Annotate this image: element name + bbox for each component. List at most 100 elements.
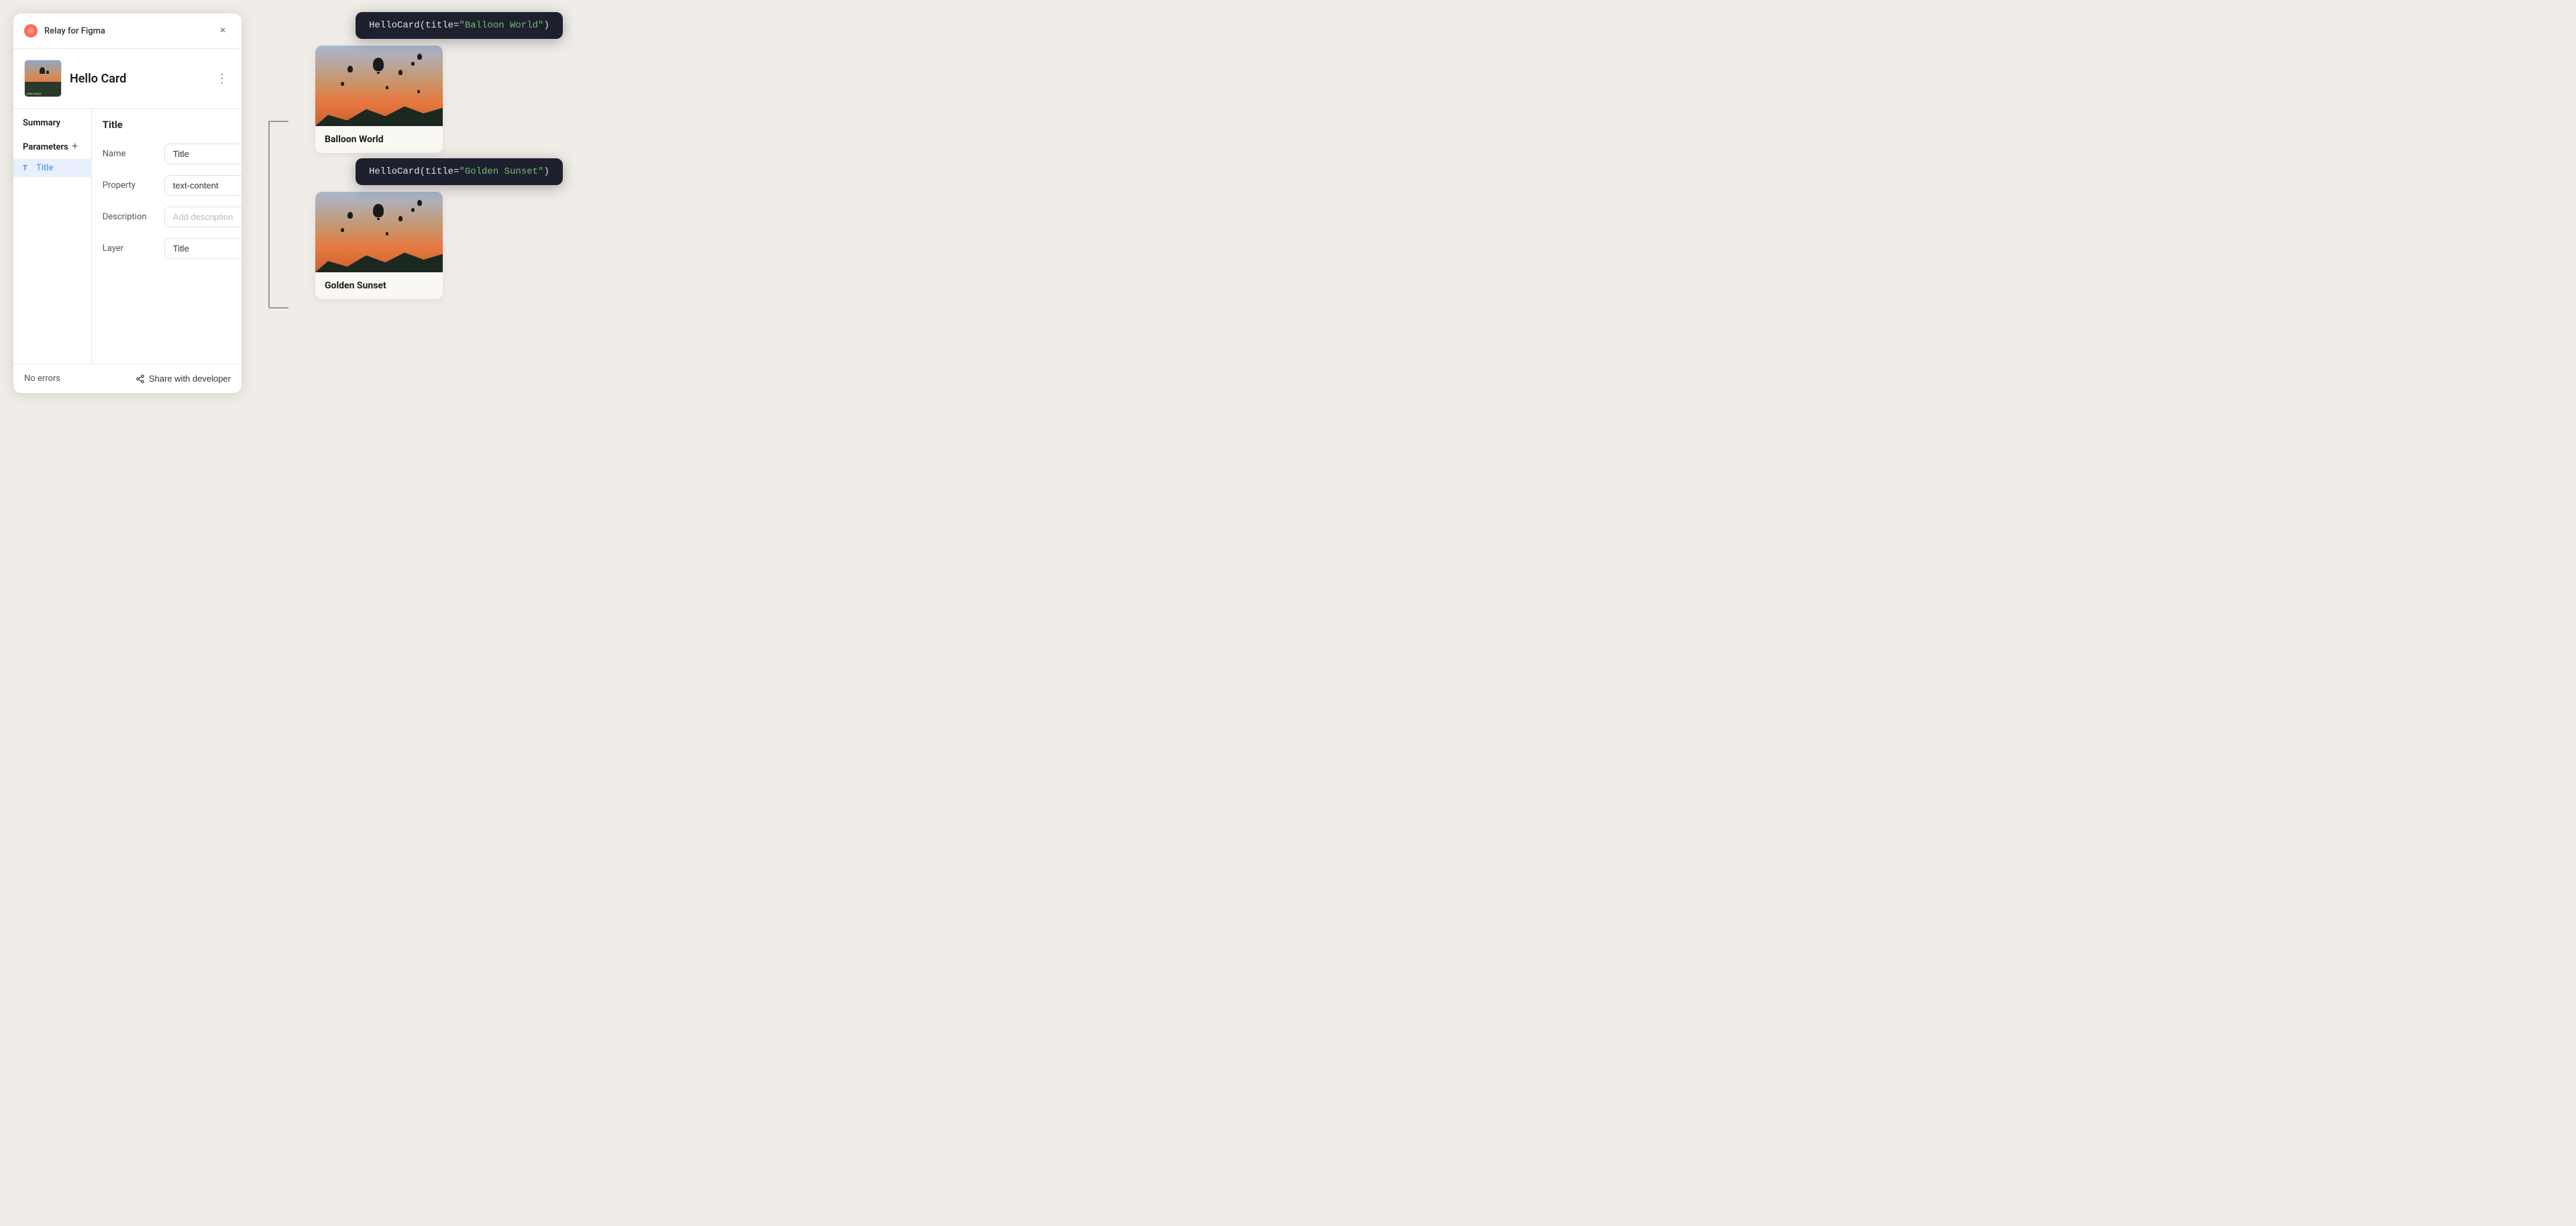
balloon-2s1 — [347, 212, 353, 219]
bracket-icon — [268, 121, 288, 309]
share-label: Share with developer — [149, 374, 231, 384]
balloon-scene-2 — [315, 192, 443, 272]
close-icon: × — [219, 25, 225, 37]
param-type-text-icon: T — [23, 164, 32, 172]
parameters-label: Parameters — [23, 142, 68, 152]
tooltip-suffix-2: ) — [543, 166, 549, 177]
relay-logo-inner — [28, 27, 34, 34]
balloon-body — [347, 212, 353, 219]
balloon-body — [411, 62, 415, 66]
panel-header-left: Relay for Figma — [24, 24, 105, 38]
add-parameter-button[interactable]: + — [68, 140, 82, 154]
status-badge: No errors — [24, 374, 60, 384]
property-field-row: Property text-content visibility compone… — [92, 170, 241, 201]
balloon-large — [373, 58, 384, 74]
tooltip-value-1: "Balloon World" — [459, 20, 543, 31]
tooltip-prefix-1: HelloCard(title= — [369, 20, 459, 31]
balloon-body — [373, 204, 384, 217]
balloon-2t1 — [386, 232, 388, 235]
description-label: Description — [103, 212, 156, 222]
component-thumbnail: Hello World — [24, 60, 62, 97]
balloon-body — [347, 66, 353, 72]
content-title: Title — [103, 119, 123, 131]
panel-header: Relay for Figma × — [13, 13, 241, 49]
balloon-large-2 — [373, 204, 384, 220]
balloon-2s4 — [411, 208, 415, 212]
balloon-body — [417, 90, 420, 93]
balloon-tiny-3 — [417, 90, 420, 93]
component-header-left: Hello World Hello Card — [24, 60, 126, 97]
balloon-body — [398, 70, 402, 75]
thumb-balloon-icon — [46, 70, 49, 74]
connector — [268, 13, 288, 309]
balloon-body — [341, 228, 344, 232]
relay-logo-icon — [24, 24, 38, 38]
share-icon — [136, 374, 145, 384]
name-input[interactable] — [164, 144, 241, 164]
param-name-title: Title — [36, 163, 53, 173]
name-field-row: Name — [92, 138, 241, 170]
balloon-body — [373, 58, 384, 71]
card-image-1 — [315, 46, 443, 126]
content-panel: Title 🗑 Name Property text-content visib… — [92, 109, 241, 364]
close-button[interactable]: × — [215, 23, 231, 39]
tooltip-value-2: "Golden Sunset" — [459, 166, 543, 177]
layer-input[interactable] — [164, 238, 241, 259]
sidebar: Summary Parameters + T Title — [13, 109, 92, 364]
more-options-button[interactable]: ⋮ — [213, 69, 231, 89]
balloon-small-4 — [411, 62, 415, 66]
card-title-1: Balloon World — [315, 126, 443, 153]
balloon-basket — [377, 72, 380, 74]
balloon-body — [386, 232, 388, 235]
param-item-title[interactable]: T Title — [13, 159, 91, 177]
panel-body: Summary Parameters + T Title Title 🗑 — [13, 109, 241, 364]
balloon-2s2 — [398, 216, 402, 221]
card-spacer-1: Balloon World — [315, 46, 2563, 153]
layer-field-row: Layer ⊕ — [92, 233, 241, 264]
balloon-body — [417, 200, 422, 206]
balloon-body — [341, 82, 344, 86]
card-spacer-2: Golden Sunset — [315, 192, 2563, 299]
thumb-balloon-icon — [40, 67, 45, 74]
balloon-tiny-1 — [386, 86, 388, 89]
description-field-row: Description — [92, 201, 241, 233]
preview-card-1: Balloon World — [315, 46, 443, 153]
tooltip-prefix-2: HelloCard(title= — [369, 166, 459, 177]
balloon-body — [417, 54, 422, 60]
add-icon: + — [72, 141, 78, 153]
component-header: Hello World Hello Card ⋮ — [13, 49, 241, 109]
balloon-body — [398, 216, 402, 221]
balloon-2s3 — [341, 228, 344, 232]
property-label: Property — [103, 180, 156, 190]
name-label: Name — [103, 149, 156, 159]
app-name: Relay for Figma — [44, 26, 105, 36]
code-tooltip-2: HelloCard(title="Golden Sunset") — [356, 158, 563, 185]
code-tooltip-1: HelloCard(title="Balloon World") — [356, 12, 563, 39]
property-select-wrap: text-content visibility component ▾ — [164, 175, 241, 196]
component-name: Hello Card — [70, 72, 126, 86]
share-button[interactable]: Share with developer — [136, 374, 231, 384]
content-header: Title 🗑 — [92, 109, 241, 138]
layer-label: Layer — [103, 243, 156, 254]
property-select[interactable]: text-content visibility component — [164, 175, 241, 196]
more-icon: ⋮ — [216, 72, 228, 85]
card-title-2: Golden Sunset — [315, 272, 443, 299]
card-image-2 — [315, 192, 443, 272]
balloon-small-2 — [398, 70, 402, 75]
preview-card-2: Golden Sunset — [315, 192, 443, 299]
description-input[interactable] — [164, 207, 241, 227]
tooltip-suffix-1: ) — [543, 20, 549, 31]
panel-footer: No errors Share with developer — [13, 364, 241, 393]
balloon-body — [411, 208, 415, 212]
balloon-tiny-2 — [417, 54, 422, 60]
balloon-body — [386, 86, 388, 89]
summary-label[interactable]: Summary — [13, 109, 91, 135]
balloon-scene-1 — [315, 46, 443, 126]
parameters-header: Parameters + — [13, 135, 91, 159]
thumbnail-label: Hello World — [27, 92, 41, 95]
preview-area: HelloCard(title="Balloon World") — [315, 13, 2563, 306]
balloon-basket — [377, 218, 380, 220]
preview-card-wrap-1: HelloCard(title="Balloon World") — [315, 13, 2563, 153]
relay-panel: Relay for Figma × Hello World Hello Card… — [13, 13, 241, 393]
balloon-small-3 — [341, 82, 344, 86]
